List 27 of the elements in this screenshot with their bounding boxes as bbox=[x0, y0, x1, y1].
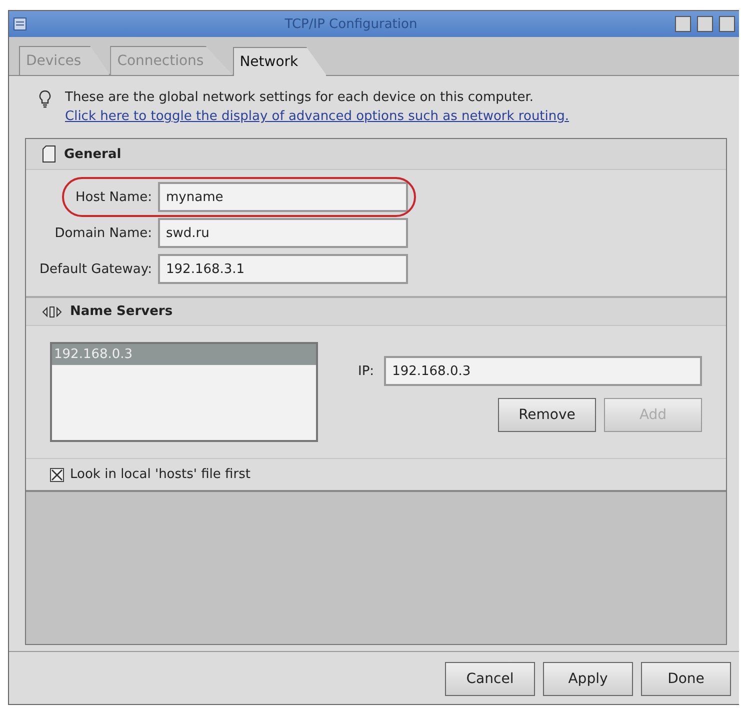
network-icon bbox=[42, 304, 62, 318]
lightbulb-icon bbox=[39, 90, 51, 108]
field-label: Domain Name: bbox=[54, 226, 152, 240]
field-label: Default Gateway: bbox=[38, 262, 152, 276]
menu-icon[interactable] bbox=[13, 17, 27, 31]
advanced-options-link[interactable]: Click here to toggle the display of advanced options such as network routing. bbox=[65, 109, 570, 124]
window-title: TCP/IP Configuration bbox=[284, 16, 418, 32]
button[interactable]: Apply bbox=[543, 662, 633, 696]
button[interactable]: Done bbox=[641, 662, 731, 696]
section-title: General bbox=[64, 146, 122, 162]
minimize-button[interactable] bbox=[675, 16, 691, 32]
maximize-button[interactable] bbox=[697, 16, 713, 32]
button[interactable]: Cancel bbox=[445, 662, 535, 696]
checkbox[interactable] bbox=[50, 468, 64, 482]
info-text: These are the global network settings for each device on this computer. bbox=[65, 90, 535, 105]
field-label: IP: bbox=[358, 364, 374, 378]
text-field[interactable]: swd.ru bbox=[158, 218, 408, 248]
text-field[interactable]: 192.168.3.1 bbox=[158, 254, 408, 284]
tab[interactable]: Network bbox=[232, 47, 328, 76]
page-icon bbox=[42, 145, 56, 163]
text-field[interactable]: myname bbox=[158, 182, 408, 212]
close-button[interactable] bbox=[719, 16, 735, 32]
checkbox-label: Look in local 'hosts' file first bbox=[70, 467, 250, 482]
field-label: Host Name: bbox=[74, 190, 152, 204]
section-title: Name Servers bbox=[70, 304, 173, 319]
button[interactable]: Remove bbox=[498, 398, 596, 432]
ip-field[interactable]: 192.168.0.3 bbox=[384, 356, 702, 386]
